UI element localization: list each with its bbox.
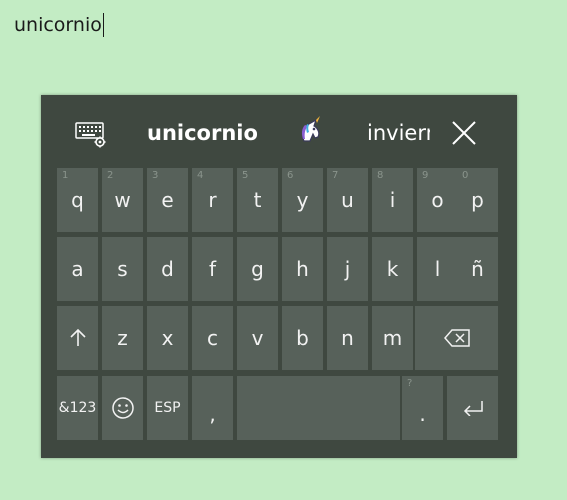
keyboard-settings-icon[interactable] <box>75 120 107 148</box>
key-z[interactable]: z <box>102 306 143 370</box>
close-icon[interactable] <box>450 119 478 147</box>
key-y[interactable]: 6 y <box>282 168 323 232</box>
shift-icon <box>69 328 86 346</box>
key-label: h <box>296 257 309 281</box>
key-label: k <box>386 257 399 281</box>
key-hint: 0 <box>462 170 469 181</box>
key-n[interactable]: n <box>327 306 368 370</box>
key-hint: 8 <box>377 170 384 181</box>
backspace-icon <box>443 329 470 347</box>
key-t[interactable]: 5 t <box>237 168 278 232</box>
enter-key[interactable] <box>447 376 498 440</box>
enter-icon <box>463 401 483 416</box>
key-v[interactable]: v <box>237 306 278 370</box>
key-label: q <box>71 188 84 212</box>
key-label: u <box>341 188 354 212</box>
key-label: a <box>71 257 84 281</box>
key-label: g <box>251 257 264 281</box>
text-input-value: unicornio <box>14 14 102 36</box>
emoji-icon <box>111 397 134 419</box>
key-i[interactable]: 8 i <box>372 168 413 232</box>
key-comma[interactable]: , <box>192 376 233 440</box>
suggestion-third[interactable]: invierno <box>367 115 430 151</box>
shift-key[interactable] <box>57 306 98 370</box>
key-label: b <box>296 326 309 350</box>
text-input[interactable]: unicornio <box>14 13 104 37</box>
key-label: t <box>253 188 262 212</box>
numbers-key[interactable]: &123 <box>57 376 98 440</box>
key-label: , <box>209 402 216 426</box>
key-h[interactable]: h <box>282 237 323 301</box>
key-p[interactable]: 0 p <box>457 168 498 232</box>
unicorn-emoji-icon <box>301 116 320 142</box>
language-key[interactable]: ESP <box>147 376 188 440</box>
key-q[interactable]: 1 q <box>57 168 98 232</box>
emoji-key[interactable] <box>102 376 143 440</box>
touch-keyboard: unicornio invierno 1 q 2 w 3 e <box>41 95 517 458</box>
key-s[interactable]: s <box>102 237 143 301</box>
key-j[interactable]: j <box>327 237 368 301</box>
key-label: c <box>207 326 218 350</box>
key-label: x <box>161 326 174 350</box>
suggestion-primary[interactable]: unicornio <box>147 115 258 151</box>
key-hint: 3 <box>152 170 159 181</box>
key-label: . <box>419 402 426 426</box>
key-hint: 5 <box>242 170 249 181</box>
key-m[interactable]: m <box>372 306 413 370</box>
key-label: ESP <box>154 400 181 416</box>
key-hint: 1 <box>62 170 69 181</box>
key-l[interactable]: l <box>417 237 458 301</box>
key-b[interactable]: b <box>282 306 323 370</box>
key-label: p <box>471 188 484 212</box>
key-hint: 2 <box>107 170 114 181</box>
key-label: v <box>251 326 264 350</box>
key-hint: 7 <box>332 170 339 181</box>
key-label: o <box>431 188 444 212</box>
key-label: z <box>117 326 128 350</box>
key-label: i <box>389 188 396 212</box>
backspace-key[interactable] <box>415 306 498 370</box>
key-label: d <box>161 257 174 281</box>
key-hint: ? <box>407 378 413 389</box>
key-a[interactable]: a <box>57 237 98 301</box>
key-label: n <box>341 326 354 350</box>
key-label: m <box>382 326 403 350</box>
key-n-tilde[interactable]: ñ <box>457 237 498 301</box>
key-label: ñ <box>471 257 484 281</box>
key-g[interactable]: g <box>237 237 278 301</box>
key-label: e <box>161 188 174 212</box>
text-caret <box>102 13 104 37</box>
key-hint: 4 <box>197 170 204 181</box>
key-f[interactable]: f <box>192 237 233 301</box>
key-r[interactable]: 4 r <box>192 168 233 232</box>
key-w[interactable]: 2 w <box>102 168 143 232</box>
key-c[interactable]: c <box>192 306 233 370</box>
key-label: w <box>114 188 131 212</box>
key-period[interactable]: ? . <box>402 376 443 440</box>
suggestion-bar: unicornio invierno <box>41 95 517 167</box>
key-label: s <box>117 257 128 281</box>
key-u[interactable]: 7 u <box>327 168 368 232</box>
key-hint: 9 <box>422 170 429 181</box>
key-label: r <box>208 188 217 212</box>
key-label: l <box>434 257 441 281</box>
key-label: &123 <box>58 400 97 416</box>
key-d[interactable]: d <box>147 237 188 301</box>
suggestion-emoji[interactable] <box>295 115 327 151</box>
key-x[interactable]: x <box>147 306 188 370</box>
space-key[interactable] <box>237 376 400 440</box>
key-label: y <box>296 188 309 212</box>
key-e[interactable]: 3 e <box>147 168 188 232</box>
key-k[interactable]: k <box>372 237 413 301</box>
key-o[interactable]: 9 o <box>417 168 458 232</box>
key-hint: 6 <box>287 170 294 181</box>
key-label: j <box>344 257 351 281</box>
key-label: f <box>208 257 217 281</box>
